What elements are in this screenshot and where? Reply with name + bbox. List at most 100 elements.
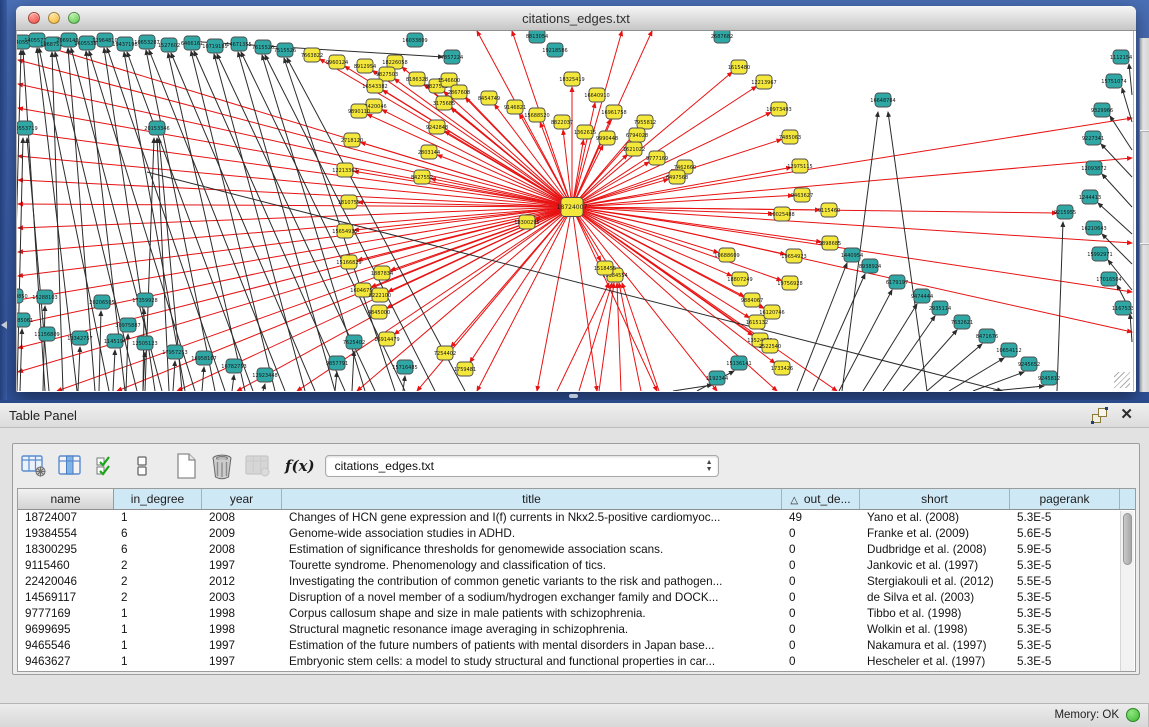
graph-node[interactable]: 7625402 bbox=[343, 335, 365, 349]
graph-node[interactable]: 7485061 bbox=[17, 313, 33, 327]
graph-node[interactable]: 9463627 bbox=[791, 188, 813, 202]
graph-node[interactable]: 4845000 bbox=[368, 305, 390, 319]
graph-node[interactable]: 9242848 bbox=[426, 120, 448, 134]
graph-node[interactable]: 10654112 bbox=[996, 343, 1021, 357]
graph-node[interactable]: 6497568 bbox=[666, 170, 688, 184]
graph-node[interactable]: 7663822 bbox=[301, 48, 323, 62]
graph-node[interactable]: 7857224 bbox=[441, 50, 463, 64]
graph-node[interactable]: 18724007 bbox=[557, 198, 588, 217]
graph-node[interactable]: 1112154 bbox=[1110, 50, 1132, 64]
table-row[interactable]: 2242004622012Investigating the contribut… bbox=[18, 574, 1135, 590]
graph-node[interactable]: 8912954 bbox=[354, 59, 376, 73]
graph-node[interactable]: 2803144 bbox=[418, 145, 440, 159]
table-row[interactable]: 977716911998Corpus callosum shape and si… bbox=[18, 606, 1135, 622]
panel-splitter-handle[interactable] bbox=[569, 394, 578, 398]
table-selector[interactable]: citations_edges.txt ▲▼ bbox=[325, 455, 719, 477]
network-window-titlebar[interactable]: citations_edges.txt bbox=[16, 6, 1136, 31]
graph-node[interactable]: 10688609 bbox=[714, 248, 739, 262]
table-row[interactable]: 946362711997Embryonic stem cells: a mode… bbox=[18, 654, 1135, 670]
graph-node[interactable]: 18807249 bbox=[727, 272, 752, 286]
column-header-title[interactable]: title bbox=[282, 489, 782, 509]
graph-node[interactable]: 11156809 bbox=[34, 327, 59, 341]
collapse-panel-arrow-icon[interactable] bbox=[1, 321, 7, 329]
graph-node[interactable]: 1887834 bbox=[371, 266, 393, 280]
graph-node[interactable]: 2522540 bbox=[759, 339, 781, 353]
graph-node[interactable]: 1244413 bbox=[1079, 190, 1101, 204]
graph-node[interactable]: 9146821 bbox=[504, 100, 526, 114]
graph-node[interactable]: 20206505 bbox=[89, 295, 114, 309]
window-resize-grip[interactable] bbox=[1114, 372, 1130, 388]
graph-node[interactable]: 15751074 bbox=[1101, 74, 1126, 88]
graph-node[interactable]: 9245652 bbox=[1018, 357, 1040, 371]
graph-node[interactable]: 12975115 bbox=[787, 159, 812, 173]
column-header-out_de[interactable]: △ out_de... bbox=[782, 489, 860, 509]
network-view-canvas[interactable]: 1540557214055724196875122069140616055387… bbox=[16, 31, 1134, 391]
graph-node[interactable]: 19654923 bbox=[781, 249, 806, 263]
delete-button[interactable] bbox=[207, 451, 237, 481]
graph-node[interactable]: 12923448 bbox=[252, 368, 277, 382]
graph-node[interactable]: 3175685 bbox=[433, 96, 455, 110]
graph-node[interactable]: 16648784 bbox=[870, 93, 895, 107]
column-header-pagerank[interactable]: pagerank bbox=[1010, 489, 1120, 509]
graph-node[interactable]: 1440954 bbox=[841, 248, 863, 262]
scrollbar-thumb[interactable] bbox=[1123, 513, 1132, 565]
graph-node[interactable]: 10719185 bbox=[202, 39, 227, 53]
column-header-year[interactable]: year bbox=[202, 489, 282, 509]
graph-node[interactable]: 12505123 bbox=[132, 336, 157, 350]
graph-node[interactable]: 8822037 bbox=[551, 115, 573, 129]
graph-node[interactable]: 1167533 bbox=[1112, 301, 1134, 315]
graph-node[interactable]: 1810755 bbox=[338, 195, 360, 209]
graph-node[interactable]: 8938924 bbox=[859, 259, 881, 273]
graph-node[interactable]: 9227341 bbox=[1082, 131, 1104, 145]
graph-node[interactable]: 16210643 bbox=[1081, 221, 1106, 235]
column-header-short[interactable]: short bbox=[860, 489, 1010, 509]
graph-node[interactable]: 2935114 bbox=[929, 301, 951, 315]
graph-node[interactable]: 9777169 bbox=[646, 151, 668, 165]
table-row[interactable]: 1872400712008Changes of HCN gene express… bbox=[18, 510, 1135, 526]
graph-node[interactable]: 1192344 bbox=[706, 371, 728, 385]
graph-node[interactable]: 19756928 bbox=[777, 276, 802, 290]
graph-node[interactable]: 15992971 bbox=[1087, 247, 1112, 261]
graph-node[interactable]: 16914479 bbox=[374, 332, 399, 346]
graph-node[interactable]: 9474444 bbox=[911, 289, 933, 303]
graph-node[interactable]: 8186328 bbox=[406, 72, 428, 86]
graph-node[interactable]: 9857791 bbox=[326, 356, 348, 370]
column-header-in_degree[interactable]: in_degree bbox=[114, 489, 202, 509]
graph-node[interactable]: 7615526 bbox=[252, 40, 274, 54]
graph-node[interactable]: 15136141 bbox=[726, 356, 751, 370]
graph-node[interactable]: 16640910 bbox=[584, 88, 609, 102]
graph-node[interactable]: 7632621 bbox=[951, 315, 973, 329]
graph-node[interactable]: 14671355 bbox=[226, 37, 251, 51]
function-builder-button[interactable]: f(x) bbox=[285, 457, 315, 475]
graph-node[interactable]: 10653287 bbox=[134, 35, 159, 49]
graph-node[interactable]: 8813054 bbox=[526, 31, 548, 43]
graph-node[interactable]: 18325419 bbox=[559, 72, 584, 86]
graph-node[interactable]: 9215955 bbox=[1054, 205, 1076, 219]
vertical-scrollbar[interactable] bbox=[1120, 511, 1134, 671]
row-height-button[interactable] bbox=[127, 451, 157, 481]
graph-node[interactable]: 9245812 bbox=[1038, 371, 1060, 385]
graph-node[interactable]: 9884067 bbox=[741, 293, 763, 307]
graph-node[interactable]: 9898685 bbox=[819, 236, 841, 250]
select-rows-button[interactable] bbox=[91, 451, 121, 481]
graph-node[interactable]: 8427552 bbox=[411, 170, 433, 184]
float-panel-icon[interactable] bbox=[1092, 408, 1107, 423]
table-row[interactable]: 969969511998Structural magnetic resonanc… bbox=[18, 622, 1135, 638]
graph-node[interactable]: 7254402 bbox=[434, 346, 456, 360]
graph-node[interactable]: 15288103 bbox=[32, 290, 57, 304]
graph-node[interactable]: 1362615 bbox=[574, 125, 596, 139]
citation-network-graph[interactable]: 1540557214055724196875122069140616055387… bbox=[17, 31, 1134, 391]
graph-node[interactable]: 16782753 bbox=[221, 359, 246, 373]
graph-node[interactable]: 7485063 bbox=[779, 130, 801, 144]
graph-node[interactable]: 1759481 bbox=[454, 362, 476, 376]
graph-node[interactable]: 6466161 bbox=[181, 36, 203, 50]
show-columns-button[interactable] bbox=[55, 451, 85, 481]
new-file-button[interactable] bbox=[171, 451, 201, 481]
graph-node[interactable]: 8222100 bbox=[369, 288, 391, 302]
graph-node[interactable]: 7955812 bbox=[634, 115, 656, 129]
column-header-name[interactable]: name bbox=[18, 489, 114, 509]
graph-node[interactable]: 9960124 bbox=[326, 55, 348, 69]
graph-node[interactable]: 12093872 bbox=[1081, 161, 1106, 175]
table-settings-button[interactable] bbox=[19, 451, 49, 481]
table-row[interactable]: 1456911722003Disruption of a novel membe… bbox=[18, 590, 1135, 606]
